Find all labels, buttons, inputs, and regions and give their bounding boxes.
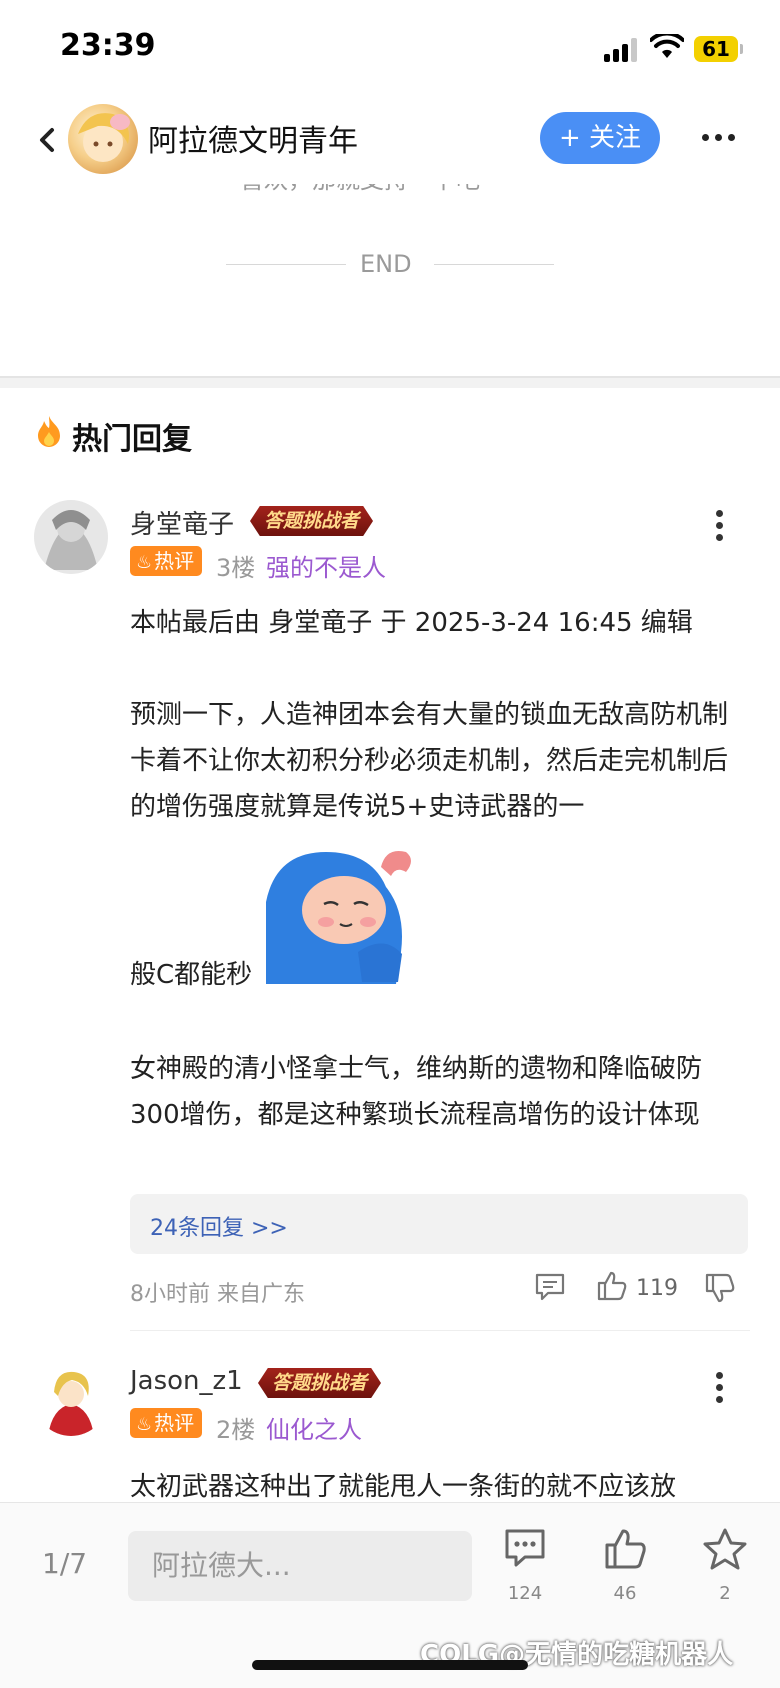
user-title-tag: 仙化之人 (266, 1416, 362, 1444)
commenter-avatar[interactable] (34, 500, 108, 574)
thumbs-up-icon (605, 1529, 646, 1569)
favorite-count: 2 (719, 1583, 731, 1604)
comment-bubble-icon (505, 1529, 545, 1567)
commenter-avatar[interactable] (34, 1362, 108, 1436)
home-indicator[interactable] (252, 1660, 528, 1670)
challenger-badge: 答题挑战者 (258, 1368, 382, 1398)
commenter-name[interactable]: Jason_z1 (130, 1366, 243, 1396)
back-arrow-icon[interactable] (34, 124, 62, 156)
view-replies-link[interactable]: 24条回复 >> (150, 1210, 288, 1242)
like-button[interactable] (590, 1527, 660, 1575)
hot-comment-badge: ♨ 热评 (130, 1408, 203, 1438)
hot-comment-badge: ♨ 热评 (130, 546, 203, 576)
page-indicator[interactable]: 1/7 (42, 1547, 87, 1580)
like-icon[interactable] (596, 1270, 628, 1302)
author-avatar[interactable] (68, 104, 138, 174)
author-name[interactable]: 阿拉德文明青年 (148, 116, 358, 160)
comment-separator (130, 1330, 750, 1331)
comment-paragraph: 女神殿的清小怪拿士气，维纳斯的遗物和降临破防300增伤，都是这种繁琐长流程高增伤… (130, 1054, 703, 1130)
end-line-right (434, 264, 554, 265)
like-count-total: 46 (613, 1583, 637, 1604)
comment-count: 124 (507, 1583, 543, 1604)
comment-paragraph: 预测一下，人造神团本会有大量的锁血无敌高防机制卡着不让你太初积分秒必须走机制，然… (130, 700, 729, 822)
more-options-icon[interactable] (702, 134, 736, 144)
battery-cap (740, 44, 743, 54)
edit-note: 本帖最后由 身堂竜子 于 2025-3-24 16:45 编辑 (130, 608, 693, 638)
floor-number: 3楼 (216, 554, 256, 582)
user-title-tag: 强的不是人 (266, 554, 386, 582)
wifi-icon (650, 34, 684, 58)
hot-label: 热评 (154, 1411, 195, 1435)
top-nav-bar: 阿拉德文明青年 + 关注 (0, 96, 780, 184)
fire-icon (38, 416, 60, 447)
reply-input[interactable]: 阿拉德大... (128, 1531, 472, 1601)
hot-label: 热评 (154, 549, 195, 573)
hot-replies-title: 热门回复 (72, 422, 192, 457)
comment-more-icon[interactable] (716, 1372, 724, 1404)
comment-line: 般C都能秒 (130, 960, 253, 990)
like-count: 119 (636, 1276, 678, 1301)
fire-icon: ♨ (136, 1414, 153, 1435)
replies-box[interactable]: 24条回复 >> (130, 1194, 748, 1254)
comment-more-icon[interactable] (716, 510, 724, 542)
end-line-left (226, 264, 346, 265)
status-bar: 23:39 61 (0, 0, 780, 100)
dislike-icon[interactable] (704, 1272, 736, 1304)
status-time: 23:39 (60, 28, 156, 63)
follow-button[interactable]: + 关注 (540, 112, 660, 164)
favorite-button[interactable] (690, 1527, 760, 1575)
battery-icon: 61 (694, 36, 738, 62)
commenter-name[interactable]: 身堂竜子 (130, 504, 234, 541)
fire-icon: ♨ (136, 552, 153, 573)
comments-button[interactable] (490, 1527, 560, 1573)
cellular-signal-icon (604, 38, 640, 62)
section-divider (0, 376, 780, 388)
floor-number: 2楼 (216, 1416, 256, 1444)
challenger-badge: 答题挑战者 (250, 506, 374, 536)
star-icon (703, 1528, 747, 1570)
sticker-image (266, 842, 416, 984)
reply-icon[interactable] (534, 1272, 566, 1302)
end-label: END (360, 250, 412, 278)
comment-meta: 8小时前 来自广东 (130, 1282, 305, 1307)
